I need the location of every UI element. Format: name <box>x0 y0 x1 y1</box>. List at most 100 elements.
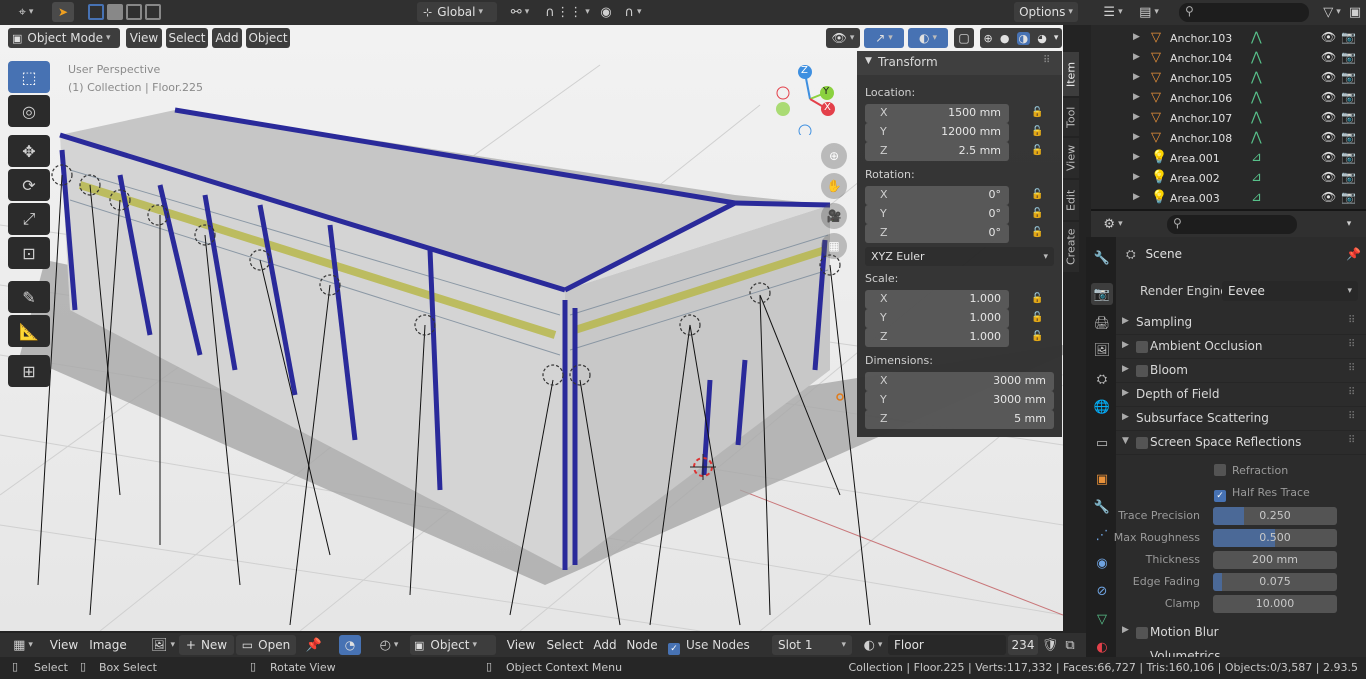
outliner-row[interactable]: ▶ ▽ Anchor.104 ⋀ 👁 📷 <box>1091 49 1366 69</box>
mesh-data-icon[interactable]: ⋀ <box>1251 90 1262 105</box>
mesh-data-icon[interactable]: ⋀ <box>1251 50 1262 65</box>
shader-editor-icon[interactable]: ◴ <box>374 635 404 655</box>
new-collection-icon[interactable]: ▣ <box>1345 2 1365 22</box>
scale-tool-icon[interactable]: ⤢ <box>8 203 50 235</box>
rotation-y-field[interactable]: Y 0° <box>865 205 1009 224</box>
options-dropdown[interactable]: Options <box>1014 2 1078 22</box>
object-name[interactable]: Anchor.107 <box>1170 112 1232 125</box>
display-mode-icon[interactable]: ▤ <box>1135 2 1163 22</box>
expand-arrow-icon[interactable]: ▶ <box>1133 132 1140 142</box>
visibility-dropdown[interactable]: 👁 <box>826 28 860 48</box>
lock-icon[interactable]: 🔓 <box>1031 208 1045 222</box>
outliner-row[interactable]: ▶ 💡 Area.001 ⊿ 👁 📷 <box>1091 149 1366 169</box>
tab-create[interactable]: Create <box>1063 222 1079 272</box>
panel-screen-space-reflections[interactable]: ▼ Screen Space Reflections ⠿ <box>1116 431 1366 455</box>
render-camera-icon[interactable]: 📷 <box>1341 130 1356 144</box>
pan-view-icon[interactable]: ✋ <box>821 173 847 199</box>
new-image-button[interactable]: + New <box>179 635 234 655</box>
add-cube-tool-icon[interactable]: ⊞ <box>8 355 50 387</box>
dimensions-z-field[interactable]: Z 5 mm <box>865 410 1054 429</box>
fake-user-icon[interactable]: 🛡 <box>1040 635 1060 655</box>
outliner-editor-icon[interactable]: ☰ <box>1099 2 1127 22</box>
render-camera-icon[interactable]: 📷 <box>1341 90 1356 104</box>
expand-arrow-icon[interactable]: ▶ <box>1133 32 1140 42</box>
light-data-icon[interactable]: ⊿ <box>1251 170 1262 185</box>
shader-type-dropdown[interactable]: ▣ Object <box>410 635 496 655</box>
lock-icon[interactable]: 🔓 <box>1031 189 1045 203</box>
cursor-tool-icon[interactable]: ◎ <box>8 95 50 127</box>
render-tab-icon[interactable]: 📷 <box>1091 283 1113 305</box>
panel-depth-of-field[interactable]: ▶ Depth of Field ⠿ <box>1116 383 1366 407</box>
ssr-thickness-slider[interactable]: 200 mm <box>1213 551 1337 569</box>
scene-tab-icon[interactable]: ⛭ <box>1091 368 1113 390</box>
visibility-eye-icon[interactable]: 👁 <box>1321 170 1336 184</box>
rendered-shading-icon[interactable]: ◕ <box>1037 32 1047 45</box>
object-name[interactable]: Anchor.106 <box>1170 92 1232 105</box>
mesh-data-icon[interactable]: ⋀ <box>1251 30 1262 45</box>
light-data-icon[interactable]: ⊿ <box>1251 150 1262 165</box>
wireframe-shading-icon[interactable]: ⊕ <box>984 32 993 45</box>
lock-icon[interactable]: 🔓 <box>1031 331 1045 345</box>
panel-motion-blur[interactable]: ▶ Motion Blur <box>1116 621 1366 645</box>
overlay-toggle[interactable]: ◐ <box>908 28 948 48</box>
mode-dropdown[interactable]: ▣ Object Mode <box>8 28 120 48</box>
checkbox[interactable] <box>1214 464 1226 476</box>
mesh-data-icon[interactable]: ⋀ <box>1251 70 1262 85</box>
scale-y-field[interactable]: Y 1.000 <box>865 309 1009 328</box>
rotation-z-field[interactable]: Z 0° <box>865 224 1009 243</box>
solid-shading-icon[interactable]: ● <box>1000 32 1010 45</box>
render-camera-icon[interactable]: 📷 <box>1341 50 1356 64</box>
lock-icon[interactable]: 🔓 <box>1031 227 1045 241</box>
pin-icon[interactable]: 📌 <box>1346 247 1361 261</box>
view-layer-tab-icon[interactable]: 🖼 <box>1091 339 1113 361</box>
drag-handle-icon[interactable]: ⠿ <box>1043 55 1050 66</box>
drag-handle-icon[interactable]: ⠿ <box>1348 435 1355 446</box>
visibility-eye-icon[interactable]: 👁 <box>1321 30 1336 44</box>
tab-view[interactable]: View <box>1063 138 1079 178</box>
render-camera-icon[interactable]: 📷 <box>1341 30 1356 44</box>
lock-icon[interactable]: 🔓 <box>1031 293 1045 307</box>
object-name[interactable]: Anchor.103 <box>1170 32 1232 45</box>
scale-z-field[interactable]: Z 1.000 <box>865 328 1009 347</box>
dimensions-x-field[interactable]: X 3000 mm <box>865 372 1054 391</box>
image-editor-icon[interactable]: ▦ <box>8 635 38 655</box>
ssr-trace-precision-slider[interactable]: 0.250 <box>1213 507 1337 525</box>
panel-sampling[interactable]: ▶ Sampling ⠿ <box>1116 311 1366 335</box>
tab-edit[interactable]: Edit <box>1063 180 1079 220</box>
sync-toggle-icon[interactable]: ◔ <box>339 635 361 655</box>
mesh-data-icon[interactable]: ⋀ <box>1251 110 1262 125</box>
material-users-count[interactable]: 234 <box>1008 635 1038 655</box>
checkbox[interactable]: ✓ <box>1214 490 1226 502</box>
world-tab-icon[interactable]: 🌐 <box>1091 396 1113 418</box>
outliner-search-input[interactable]: ⚲ <box>1179 3 1309 22</box>
pivot-point-icon[interactable]: ⚯ <box>505 2 535 22</box>
lock-icon[interactable]: 🔓 <box>1031 145 1045 159</box>
visibility-eye-icon[interactable]: 👁 <box>1321 110 1336 124</box>
visibility-eye-icon[interactable]: 👁 <box>1321 190 1336 204</box>
collection-tab-icon[interactable]: ▭ <box>1091 432 1113 454</box>
selection-mode-icons[interactable] <box>88 4 184 21</box>
outliner-row[interactable]: ▶ 💡 Area.002 ⊿ 👁 📷 <box>1091 169 1366 189</box>
menu-view[interactable]: View <box>126 28 162 48</box>
drag-handle-icon[interactable]: ⠿ <box>1348 339 1355 350</box>
render-engine-dropdown[interactable]: Eevee <box>1222 281 1358 301</box>
location-z-field[interactable]: Z 2.5 mm <box>865 142 1009 161</box>
mesh-data-icon[interactable]: ⋀ <box>1251 130 1262 145</box>
outliner-row[interactable]: ▶ ▽ Anchor.105 ⋀ 👁 📷 <box>1091 69 1366 89</box>
tab-tool[interactable]: Tool <box>1063 98 1079 136</box>
expand-arrow-icon[interactable]: ▶ <box>1133 72 1140 82</box>
render-camera-icon[interactable]: 📷 <box>1341 150 1356 164</box>
rotation-x-field[interactable]: X 0° <box>865 186 1009 205</box>
expand-arrow-icon[interactable]: ▶ <box>1133 192 1140 202</box>
rotate-tool-icon[interactable]: ⟳ <box>8 169 50 201</box>
transform-orientation-dropdown[interactable]: ⊹ Global <box>417 2 497 22</box>
object-name[interactable]: Anchor.108 <box>1170 132 1232 145</box>
properties-editor-icon[interactable]: ⚙ <box>1099 214 1127 234</box>
object-name[interactable]: Area.001 <box>1170 152 1220 165</box>
ssr-clamp-slider[interactable]: 10.000 <box>1213 595 1337 613</box>
pin-icon[interactable]: 📌 <box>304 635 324 655</box>
drag-handle-icon[interactable]: ⠿ <box>1348 363 1355 374</box>
move-tool-icon[interactable]: ✥ <box>8 135 50 167</box>
visibility-eye-icon[interactable]: 👁 <box>1321 130 1336 144</box>
node-menu-add[interactable]: Add <box>590 635 620 655</box>
